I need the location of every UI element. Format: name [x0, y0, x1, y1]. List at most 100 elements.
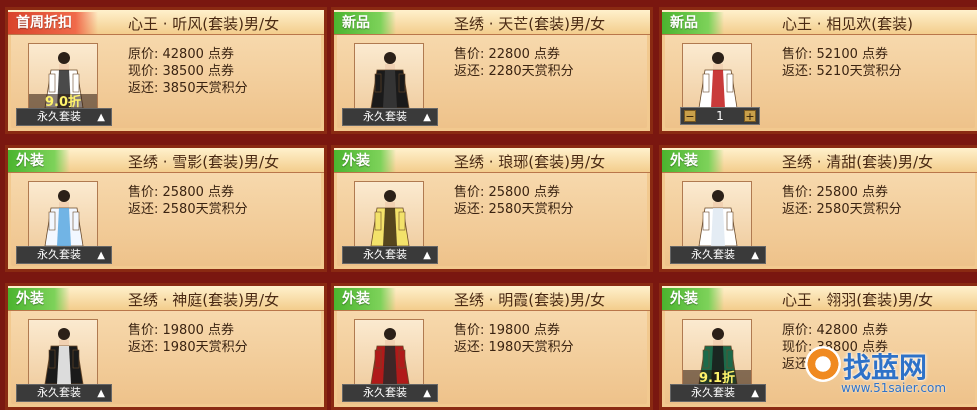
- chevron-up-icon: ▲: [423, 250, 431, 261]
- item-preview[interactable]: [354, 181, 424, 251]
- category-tag: 外装: [334, 288, 396, 310]
- chevron-up-icon: ▲: [97, 250, 105, 261]
- item-preview[interactable]: [28, 319, 98, 389]
- chevron-up-icon: ▲: [423, 388, 431, 399]
- price-line: 返还: 2580天赏积分: [128, 202, 248, 217]
- price-line: 返还: 1980天赏积分: [128, 340, 248, 355]
- chevron-up-icon: ▲: [751, 388, 759, 399]
- watermark-title: 找蓝网: [843, 351, 928, 384]
- card-header: 外装 圣绣 · 明霞(套装)男/女: [334, 286, 650, 311]
- card-header: 外装 圣绣 · 琅琊(套装)男/女: [334, 148, 650, 173]
- price-line: 返还: 3850天赏积分: [128, 81, 248, 96]
- item-name[interactable]: 圣绣 · 雪影(套装)男/女: [128, 151, 279, 172]
- price-line: 现价: 38500 点券: [128, 64, 234, 79]
- card-header: 外装 心王 · 翎羽(套装)男/女: [662, 286, 977, 311]
- item-name[interactable]: 圣绣 · 天芒(套装)男/女: [454, 13, 605, 34]
- duration-label: 永久套装: [363, 248, 407, 261]
- item-preview[interactable]: [682, 181, 752, 251]
- duration-label: 永久套装: [363, 110, 407, 123]
- category-tag: 外装: [334, 150, 396, 172]
- product-card[interactable]: 外装 圣绣 · 琅琊(套装)男/女 售价: 25800 点券 返还: 2580天赏…: [331, 145, 653, 272]
- watermark: 找蓝网 www.51saier.com: [803, 340, 973, 402]
- chevron-up-icon: ▲: [97, 112, 105, 123]
- price-line: 售价: 19800 点券: [128, 323, 234, 338]
- price-line: 原价: 42800 点券: [782, 323, 888, 338]
- item-name[interactable]: 圣绣 · 明霞(套装)男/女: [454, 289, 605, 310]
- product-card[interactable]: 新品 心王 · 相见欢(套装) 售价: 52100 点券 返还: 5210天赏积分…: [659, 7, 977, 134]
- category-tag: 新品: [662, 12, 724, 34]
- duration-label: 永久套装: [691, 248, 735, 261]
- product-card[interactable]: 新品 圣绣 · 天芒(套装)男/女 售价: 22800 点券 返还: 2280天赏…: [331, 7, 653, 134]
- duration-label: 永久套装: [363, 386, 407, 399]
- price-info: 售价: 25800 点券 返还: 2580天赏积分: [454, 184, 574, 218]
- chevron-up-icon: ▲: [97, 388, 105, 399]
- product-card[interactable]: 外装 圣绣 · 明霞(套装)男/女 售价: 19800 点券 返还: 1980天赏…: [331, 283, 653, 410]
- card-header: 新品 圣绣 · 天芒(套装)男/女: [334, 10, 650, 35]
- price-info: 售价: 52100 点券 返还: 5210天赏积分: [782, 46, 902, 80]
- item-preview[interactable]: [354, 319, 424, 389]
- item-preview[interactable]: [28, 181, 98, 251]
- price-info: 原价: 42800 点券 现价: 38500 点券 返还: 3850天赏积分: [128, 46, 248, 97]
- item-name[interactable]: 心王 · 翎羽(套装)男/女: [782, 289, 933, 310]
- price-line: 返还: 1980天赏积分: [454, 340, 574, 355]
- item-name[interactable]: 圣绣 · 琅琊(套装)男/女: [454, 151, 605, 172]
- duration-label: 永久套装: [37, 110, 81, 123]
- item-preview[interactable]: 9.0折: [28, 43, 98, 113]
- item-name[interactable]: 圣绣 · 神庭(套装)男/女: [128, 289, 279, 310]
- duration-label: 永久套装: [691, 386, 735, 399]
- quantity-stepper[interactable]: − 1 +: [680, 107, 760, 125]
- duration-select[interactable]: 永久套装 ▲: [670, 246, 766, 264]
- card-header: 首周折扣 心王 · 听风(套装)男/女: [8, 10, 324, 35]
- product-card[interactable]: 首周折扣 心王 · 听风(套装)男/女 9.0折 原价: 42800 点券 现价:…: [5, 7, 327, 134]
- duration-label: 永久套装: [37, 248, 81, 261]
- price-line: 售价: 25800 点券: [128, 185, 234, 200]
- product-card[interactable]: 外装 圣绣 · 神庭(套装)男/女 售价: 19800 点券 返还: 1980天赏…: [5, 283, 327, 410]
- duration-select[interactable]: 永久套装 ▲: [342, 108, 438, 126]
- price-line: 售价: 52100 点券: [782, 47, 888, 62]
- duration-select[interactable]: 永久套装 ▲: [16, 108, 112, 126]
- watermark-url: www.51saier.com: [841, 381, 947, 395]
- chevron-up-icon: ▲: [751, 250, 759, 261]
- category-tag: 外装: [8, 150, 70, 172]
- price-line: 售价: 25800 点券: [782, 185, 888, 200]
- product-card[interactable]: 外装 圣绣 · 清甜(套装)男/女 售价: 25800 点券 返还: 2580天赏…: [659, 145, 977, 272]
- price-info: 售价: 25800 点券 返还: 2580天赏积分: [128, 184, 248, 218]
- item-name[interactable]: 圣绣 · 清甜(套装)男/女: [782, 151, 933, 172]
- chevron-up-icon: ▲: [423, 112, 431, 123]
- price-line: 返还: 2580天赏积分: [782, 202, 902, 217]
- price-line: 返还: 5210天赏积分: [782, 64, 902, 79]
- price-line: 售价: 22800 点券: [454, 47, 560, 62]
- price-line: 售价: 19800 点券: [454, 323, 560, 338]
- price-line: 返还: 2580天赏积分: [454, 202, 574, 217]
- price-info: 售价: 22800 点券 返还: 2280天赏积分: [454, 46, 574, 80]
- item-preview[interactable]: 9.1折: [682, 319, 752, 389]
- price-line: 原价: 42800 点券: [128, 47, 234, 62]
- price-line: 返还: 2280天赏积分: [454, 64, 574, 79]
- watermark-logo-icon: [805, 346, 841, 382]
- card-header: 外装 圣绣 · 神庭(套装)男/女: [8, 286, 324, 311]
- card-header: 外装 圣绣 · 雪影(套装)男/女: [8, 148, 324, 173]
- item-preview[interactable]: [354, 43, 424, 113]
- price-line: 售价: 25800 点券: [454, 185, 560, 200]
- card-header: 外装 圣绣 · 清甜(套装)男/女: [662, 148, 977, 173]
- duration-select[interactable]: 永久套装 ▲: [670, 384, 766, 402]
- card-header: 新品 心王 · 相见欢(套装): [662, 10, 977, 35]
- price-info: 售价: 19800 点券 返还: 1980天赏积分: [454, 322, 574, 356]
- duration-select[interactable]: 永久套装 ▲: [16, 246, 112, 264]
- category-tag: 外装: [662, 150, 724, 172]
- product-card[interactable]: 外装 圣绣 · 雪影(套装)男/女 售价: 25800 点券 返还: 2580天赏…: [5, 145, 327, 272]
- category-tag: 外装: [8, 288, 70, 310]
- category-tag: 新品: [334, 12, 396, 34]
- category-tag: 首周折扣: [8, 12, 98, 34]
- duration-select[interactable]: 永久套装 ▲: [342, 246, 438, 264]
- price-info: 售价: 25800 点券 返还: 2580天赏积分: [782, 184, 902, 218]
- plus-button[interactable]: +: [744, 110, 756, 122]
- price-info: 售价: 19800 点券 返还: 1980天赏积分: [128, 322, 248, 356]
- item-name[interactable]: 心王 · 相见欢(套装): [782, 13, 913, 34]
- item-preview[interactable]: [682, 43, 752, 113]
- duration-select[interactable]: 永久套装 ▲: [342, 384, 438, 402]
- item-name[interactable]: 心王 · 听风(套装)男/女: [128, 13, 279, 34]
- category-tag: 外装: [662, 288, 724, 310]
- duration-label: 永久套装: [37, 386, 81, 399]
- duration-select[interactable]: 永久套装 ▲: [16, 384, 112, 402]
